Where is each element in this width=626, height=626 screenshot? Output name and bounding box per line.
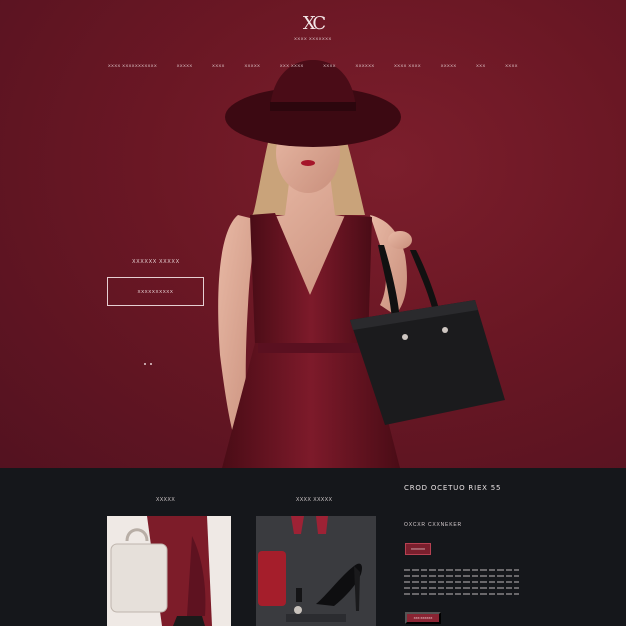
carousel-dot[interactable] bbox=[144, 363, 146, 365]
carousel-dot[interactable] bbox=[150, 363, 152, 365]
nav-item[interactable]: XXX bbox=[476, 63, 486, 71]
nav-item[interactable]: XXXXX bbox=[244, 63, 260, 71]
brand-name: XXXX XXXXXXX bbox=[294, 36, 332, 41]
nav-item[interactable]: XXXX XXXXXXXXXXX bbox=[108, 63, 157, 71]
hero-section: XC XXXX XXXXXXX XXXX XXXXXXXXXXX XXXXX X… bbox=[0, 0, 626, 468]
main-nav: XXXX XXXXXXXXXXX XXXXX XXXX XXXXX XXX XX… bbox=[108, 63, 518, 71]
promo-button[interactable]: XXXXXXX bbox=[405, 543, 431, 555]
promo-secondary-button[interactable]: XXX XXXXXX bbox=[405, 612, 441, 624]
column-title: XXXXX bbox=[156, 497, 176, 503]
brand-logo[interactable]: XC bbox=[297, 12, 329, 36]
product-card-shoes[interactable] bbox=[256, 516, 376, 626]
nav-item[interactable]: XXX XXXX bbox=[280, 63, 304, 71]
logo-mark: XC bbox=[302, 13, 326, 34]
hero-cta-button[interactable]: XXXXXXXXXX bbox=[107, 277, 204, 306]
nav-item[interactable]: XXXX bbox=[505, 63, 518, 71]
product-card-bag[interactable] bbox=[107, 516, 231, 626]
product-image bbox=[256, 516, 376, 626]
nav-item[interactable]: XXXX bbox=[323, 63, 336, 71]
carousel-indicator bbox=[144, 363, 158, 369]
promo-body-text bbox=[404, 569, 519, 599]
hero-caption: XXXXXX XXXXX bbox=[132, 259, 180, 265]
product-image bbox=[107, 516, 231, 626]
nav-item[interactable]: XXXX bbox=[212, 63, 225, 71]
nav-item[interactable]: XXXXX bbox=[177, 63, 193, 71]
nav-item[interactable]: XXXXX bbox=[441, 63, 457, 71]
nav-item[interactable]: XXXXXX bbox=[356, 63, 375, 71]
nav-item[interactable]: XXXX XXXX bbox=[394, 63, 421, 71]
promo-title: CROD OCETUO RIEX 55 bbox=[404, 484, 502, 492]
promo-subtitle: OXCXR CXXNEKER bbox=[404, 522, 462, 528]
hero-model-image bbox=[218, 60, 505, 468]
column-title: XXXX XXXXX bbox=[296, 497, 333, 503]
